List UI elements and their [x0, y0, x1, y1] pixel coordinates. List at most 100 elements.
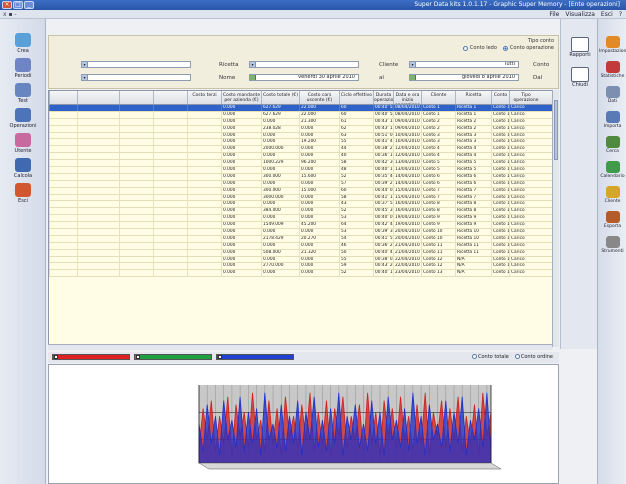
close-window-button[interactable]: × — [2, 1, 12, 9]
table-cell: Carico — [509, 132, 542, 139]
column-header[interactable] — [153, 91, 187, 104]
left-tool-pen-button[interactable]: Periodi — [5, 58, 41, 80]
right-tool-flag-button[interactable]: Statistiche — [599, 61, 626, 85]
table-row[interactable]: 0.000627.62922.0006000:40' 54"08/04/2010… — [49, 105, 558, 112]
table-row[interactable]: 0.000508.00021.3205000:40' 47"21/04/2010… — [49, 249, 558, 257]
left-tool-exit-button[interactable]: Esci — [5, 183, 41, 205]
table-row[interactable]: 0.0000.0000.0004800:40' 12"13/04/2010 11… — [49, 167, 558, 174]
table-row[interactable]: 0.0000.0000.0004300:37' 55"16/04/2010 09… — [49, 201, 558, 209]
table-cell: Carico — [509, 229, 542, 235]
column-header[interactable]: Ciclo effettivo — [339, 91, 373, 104]
pen-icon — [571, 37, 589, 52]
table-row[interactable]: 0.0000.0000.0005500:38' 05"22/04/2010 08… — [49, 256, 558, 264]
column-header[interactable]: Conto — [491, 91, 509, 104]
option-conto-ordine[interactable]: Conto ordine — [514, 354, 553, 360]
right-tool-tools-button[interactable]: Strumenti — [599, 236, 626, 260]
ricetta-label: Ricetta — [219, 62, 239, 68]
tool-pen-button[interactable]: Rapporti — [567, 37, 593, 61]
table-row[interactable]: 0.0000.0000.0004000:36' 10"12/04/2010 16… — [49, 153, 558, 161]
column-header[interactable] — [119, 91, 153, 104]
column-header[interactable]: Costo cars uscente (€) — [299, 91, 339, 104]
ricetta-select[interactable]: ▾ — [81, 61, 191, 68]
right-tool-home-button[interactable]: Esporta — [599, 211, 626, 235]
table-row[interactable]: 0.0000.0000.0005700:39' 21"14/04/2010 10… — [49, 180, 558, 188]
table-cell: Ricetta 10 — [455, 235, 491, 242]
column-header[interactable]: Tipo operazione — [509, 91, 542, 104]
right-tool-gear-button[interactable]: Importa — [599, 111, 626, 135]
menu-item-0[interactable]: File — [549, 11, 559, 18]
table-row[interactable]: 0.000238.0280.0006200:43' 18"09/04/2010 … — [49, 125, 558, 133]
dal-date-picker[interactable]: giovedi 8 aprile 2010 — [409, 74, 519, 81]
al-date-picker[interactable]: venerdi 30 aprile 2010 — [249, 74, 359, 81]
column-header[interactable] — [77, 91, 119, 104]
radio-conto-ordine[interactable] — [514, 354, 520, 359]
table-cell — [187, 173, 221, 180]
radio-conto-totale[interactable] — [471, 354, 477, 359]
right-tool-search-button[interactable]: Cerca — [599, 136, 626, 160]
column-header[interactable]: Costo totale (€) — [261, 91, 299, 104]
right-tool-plug-button[interactable]: Impostazioni — [599, 36, 626, 60]
table-row[interactable]: 0.0000.0000.0005300:40' 09"19/04/2010 08… — [49, 215, 558, 223]
vertical-scrollbar[interactable] — [552, 90, 559, 347]
table-cell: Carico — [509, 180, 542, 187]
table-cell: 0.000 — [221, 132, 261, 139]
nome-select[interactable]: ▾ — [81, 74, 191, 81]
table-row[interactable]: 0.0003000.0000.0005800:41' 16"15/04/2010… — [49, 194, 558, 202]
table-row[interactable]: 0.000627.62922.0006000:40' 54"08/04/2010… — [49, 111, 558, 119]
legend-series-1[interactable] — [52, 354, 130, 360]
table-cell: 00:40' 54" — [373, 111, 393, 118]
left-tool-gear-button[interactable]: Calcola — [5, 158, 41, 180]
column-header[interactable]: Ricetta — [455, 91, 491, 104]
scrollbar-thumb[interactable] — [554, 100, 558, 160]
maximize-window-button[interactable]: □ — [13, 1, 23, 9]
table-row[interactable]: 0.0000.00021.3006100:43' 18"09/04/2010 0… — [49, 118, 558, 126]
table-row[interactable]: 0.0000.0000.0006300:51' 06"10/04/2010 08… — [49, 132, 558, 140]
table-row[interactable]: 0.0002178.42920.2705400:41' 58"20/04/201… — [49, 235, 558, 243]
column-header[interactable]: Durata operazione — [373, 91, 393, 104]
table-cell — [77, 229, 119, 235]
menu-item-1[interactable]: Visualizza — [565, 11, 595, 18]
column-header[interactable]: Costo terzi — [187, 91, 221, 104]
table-row[interactable]: 0.0001549.00945.2006400:42' 44"19/04/201… — [49, 222, 558, 230]
legend-checkbox[interactable] — [136, 355, 140, 359]
table-row[interactable]: 0.000384.0000.0005200:45' 38"16/04/2010 … — [49, 208, 558, 216]
menu-left-icons[interactable]: x ▪ - — [3, 11, 17, 18]
cliente-select[interactable]: ▾ — [249, 61, 359, 68]
left-tool-arrow-button[interactable]: Test — [5, 83, 41, 105]
table-cell — [153, 153, 187, 160]
right-tool-coins-button[interactable]: Cliente — [599, 186, 626, 210]
option-conto-totale[interactable]: Conto totale — [471, 354, 509, 360]
minimize-window-button[interactable]: _ — [24, 1, 34, 9]
table-row[interactable]: 0.000300.00015.0006000:44' 02"15/04/2010… — [49, 187, 558, 195]
left-tool-link-button[interactable]: Operazioni — [5, 108, 41, 130]
column-header[interactable]: Cliente — [421, 91, 455, 104]
conto-select[interactable]: ▾ Tutti — [409, 61, 519, 68]
table-row[interactable]: 0.0002770.0000.0005900:43' 26"22/04/2010… — [49, 263, 558, 271]
horizontal-scrollbar[interactable] — [48, 344, 552, 350]
table-row[interactable]: 0.000300.00015.6005200:35' 40"14/04/2010… — [49, 173, 558, 181]
legend-series-2[interactable] — [134, 354, 212, 360]
column-header[interactable]: Costo mandante per azienda (€) — [221, 91, 261, 104]
table-row[interactable]: 0.0000.0000.0004600:36' 21"21/04/2010 09… — [49, 242, 558, 250]
table-row[interactable]: 0.0001000.22996.2005800:42' 30"13/04/201… — [49, 160, 558, 168]
left-tool-grid-button[interactable]: Crea — [5, 33, 41, 55]
menu-item-2[interactable]: Esci — [601, 11, 613, 18]
radio-conto-operazione[interactable] — [502, 45, 508, 51]
calendar-icon[interactable] — [410, 75, 416, 80]
left-tool-users-button[interactable]: Utente — [5, 133, 41, 155]
table-row[interactable]: 0.0000.00019.2005500:41' 47"10/04/2010 1… — [49, 139, 558, 147]
column-header[interactable]: Data e ora inizio operazione — [393, 91, 421, 104]
table-row[interactable]: 0.0002000.0000.0004400:38' 27"12/04/2010… — [49, 146, 558, 154]
calendar-icon[interactable] — [250, 75, 256, 80]
legend-series-3[interactable] — [216, 354, 294, 360]
menu-item-3[interactable]: ? — [619, 11, 622, 18]
table-row[interactable]: 0.0000.0000.0005300:39' 33"20/04/2010 14… — [49, 229, 558, 236]
table-row[interactable]: 0.0000.0000.0005200:40' 18"23/04/2010 14… — [49, 270, 558, 278]
radio-conto-ledo[interactable] — [462, 45, 468, 51]
right-tool-clock-button[interactable]: Calendario — [599, 161, 626, 185]
legend-checkbox[interactable] — [218, 355, 222, 359]
legend-checkbox[interactable] — [54, 355, 58, 359]
column-header[interactable] — [49, 91, 77, 104]
right-tool-table-button[interactable]: Dati — [599, 86, 626, 110]
tool-close-button[interactable]: Chiudi — [567, 67, 593, 91]
